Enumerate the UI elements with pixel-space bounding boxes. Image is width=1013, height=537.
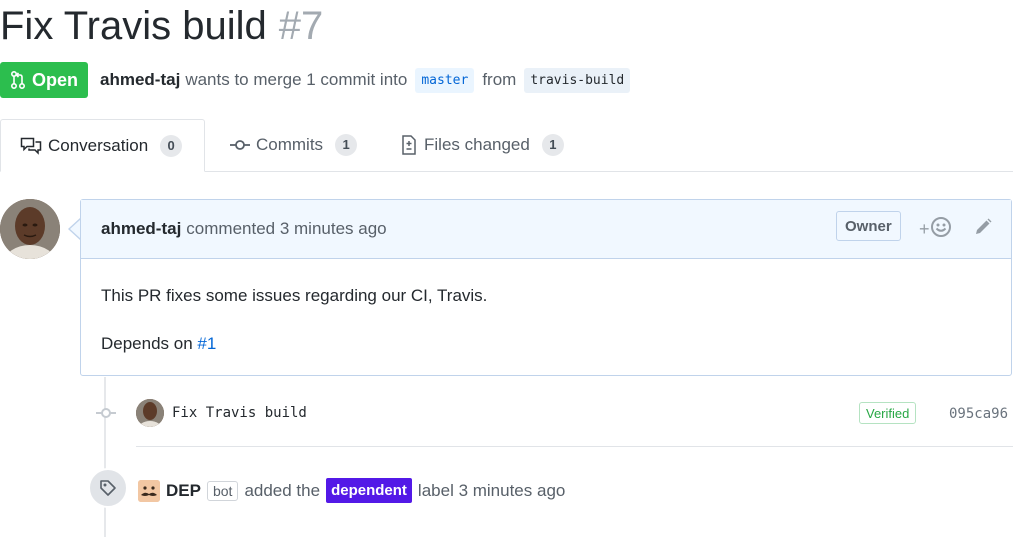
tab-commits[interactable]: Commits 1: [230, 119, 358, 171]
commit-sha-link[interactable]: 095ca96: [949, 406, 1008, 422]
diff-icon: [400, 135, 418, 155]
state-badge: Open: [0, 62, 89, 98]
label-chip[interactable]: dependent: [326, 478, 412, 503]
tab-conversation-count: 0: [160, 134, 183, 157]
pull-request-icon: [10, 70, 26, 90]
pr-title: Fix Travis build #7: [0, 2, 323, 50]
owner-badge: Owner: [836, 211, 901, 241]
commit-message-link[interactable]: Fix Travis build: [172, 405, 307, 421]
avatar[interactable]: [0, 199, 60, 259]
pr-tabs: Conversation 0 Commits 1 Files changed 1: [0, 119, 1013, 172]
smiley-icon: [930, 216, 952, 243]
timeline-divider: [136, 446, 1013, 447]
comment-paragraph-depends: Depends on #1: [101, 332, 487, 356]
tab-files-changed[interactable]: Files changed 1: [400, 119, 564, 171]
git-commit-icon: [230, 139, 250, 151]
comment-header: ahmed-taj commented 3 minutes ago Owner …: [81, 200, 1011, 259]
bot-badge: bot: [206, 480, 239, 501]
verified-badge[interactable]: Verified: [859, 402, 917, 424]
from-text: from: [482, 70, 517, 89]
bot-avatar[interactable]: [138, 479, 160, 502]
head-branch[interactable]: travis-build: [524, 67, 631, 93]
base-branch[interactable]: master: [415, 67, 475, 93]
tab-files-changed-label: Files changed: [424, 135, 530, 154]
label-event: DEP bot added the dependent label 3 minu…: [88, 468, 1013, 508]
comment-paragraph: This PR fixes some issues regarding our …: [101, 286, 488, 305]
tab-commits-count: 1: [335, 134, 358, 156]
event-actor-link[interactable]: DEP: [166, 481, 201, 501]
pr-title-text: Fix Travis build: [0, 4, 267, 48]
comment-timestamp[interactable]: commented 3 minutes ago: [186, 219, 386, 239]
depends-on-text: Depends on: [101, 334, 193, 353]
comment-author-link[interactable]: ahmed-taj: [101, 219, 181, 239]
event-action-suffix[interactable]: label 3 minutes ago: [418, 481, 565, 501]
comment-body: This PR fixes some issues regarding our …: [101, 284, 487, 380]
tag-icon: [88, 468, 128, 508]
pr-number: #7: [278, 4, 324, 48]
pr-meta: Open ahmed-taj wants to merge 1 commit i…: [0, 62, 631, 98]
pr-author-link[interactable]: ahmed-taj: [100, 70, 180, 90]
comment-box: ahmed-taj commented 3 minutes ago Owner …: [80, 199, 1012, 376]
comment-discussion-icon: [20, 137, 42, 155]
commit-row: Fix Travis build Verified 095ca96: [96, 398, 1013, 428]
add-reaction-plus: +: [919, 219, 930, 239]
git-commit-icon: [96, 405, 116, 426]
issue-link[interactable]: #1: [197, 334, 216, 353]
merge-text: wants to merge 1 commit into: [185, 70, 408, 89]
pencil-icon[interactable]: [973, 217, 993, 242]
tab-files-changed-count: 1: [541, 134, 564, 156]
label-event-text: DEP bot added the dependent label 3 minu…: [138, 478, 565, 503]
add-reaction-button[interactable]: +: [919, 216, 952, 243]
tab-conversation[interactable]: Conversation 0: [0, 119, 205, 172]
tab-conversation-label: Conversation: [48, 135, 149, 155]
state-label: Open: [32, 69, 79, 90]
commit-author-avatar[interactable]: [136, 399, 164, 427]
tab-commits-label: Commits: [256, 135, 324, 154]
event-action-prefix: added the: [244, 480, 321, 500]
